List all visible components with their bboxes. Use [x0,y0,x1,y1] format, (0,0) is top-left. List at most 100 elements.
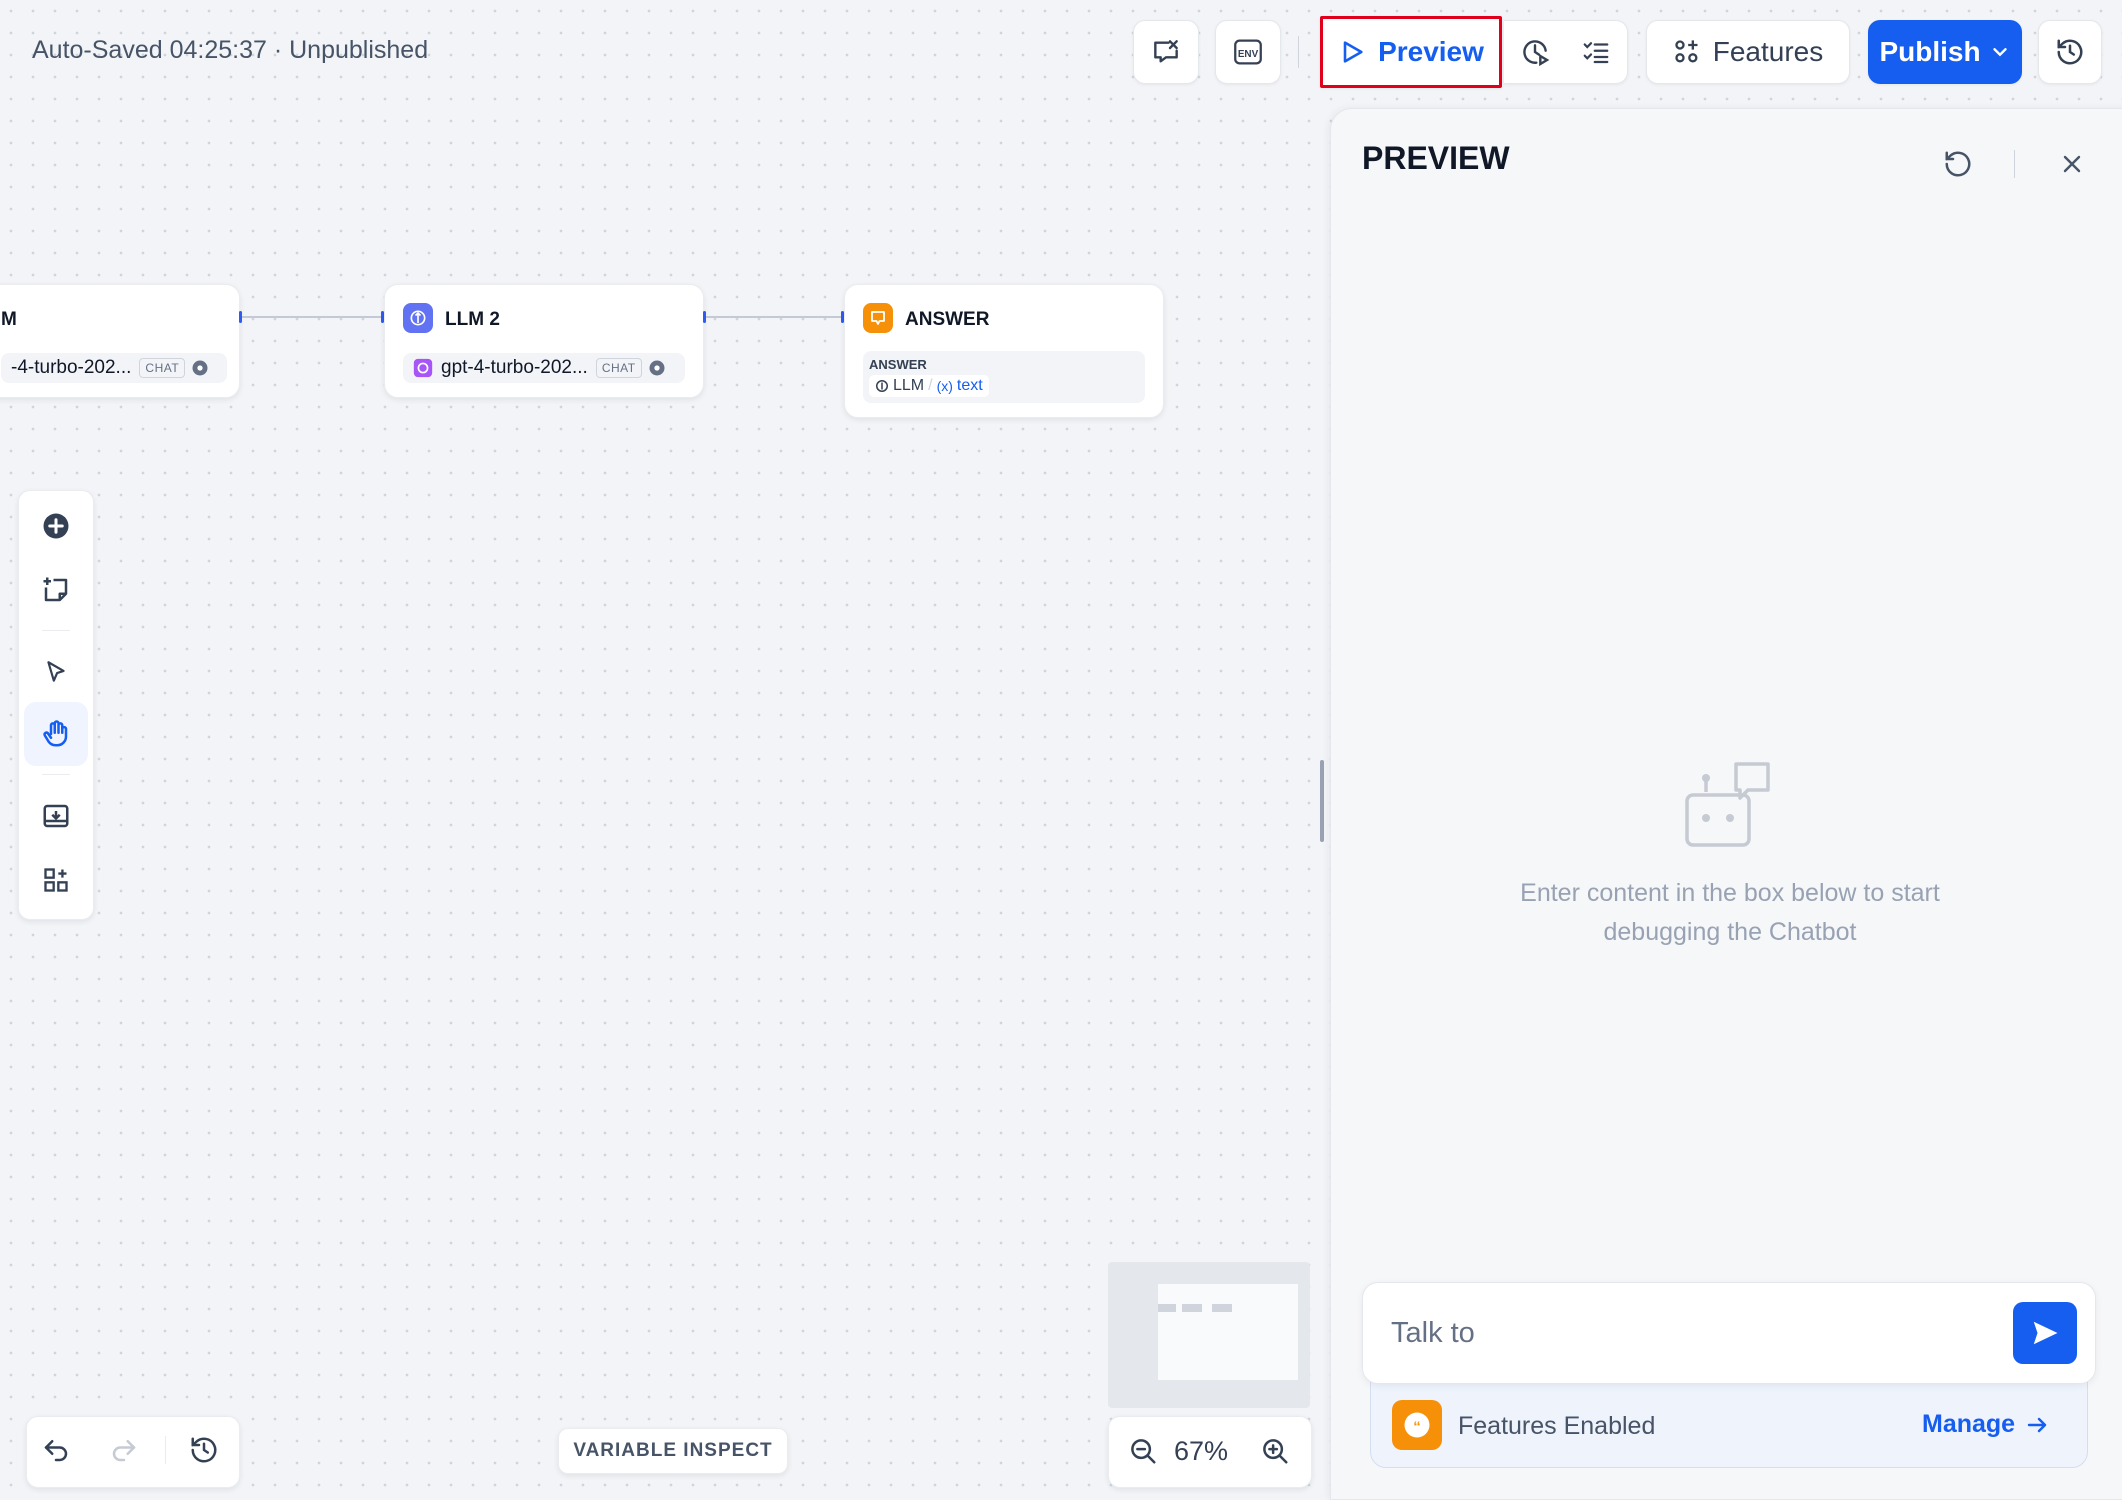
ref-variable: text [956,377,983,394]
llm-node-2[interactable]: LLM 2 gpt-4-turbo-202... CHAT [384,284,704,398]
llm-small-icon [875,379,889,393]
panel-resize-handle[interactable] [1320,760,1324,842]
add-node-button[interactable] [24,494,88,558]
toolbar-divider [42,774,70,775]
features-enabled-label: Features Enabled [1458,1412,1656,1440]
answer-node[interactable]: ANSWER ANSWER LLM / (x) text [844,284,1164,418]
close-icon [2063,155,2081,173]
zoom-in-button[interactable] [1254,1428,1296,1474]
history-icon [191,1437,217,1463]
grid-add-icon [44,868,68,892]
publish-button-label: Publish [1879,36,1981,67]
chat-input[interactable] [1389,1309,1953,1357]
llm-node-1[interactable]: M -4-turbo-202... CHAT [0,284,240,398]
hand-icon [43,720,68,747]
plus-circle-icon [43,513,69,539]
zoom-in-icon [1263,1439,1288,1464]
model-name: gpt-4-turbo-202... [441,357,588,378]
model-selector[interactable]: gpt-4-turbo-202... CHAT [403,353,685,383]
checklist-chat-button[interactable] [1133,20,1199,84]
ref-node: LLM [893,377,925,394]
play-icon [1343,41,1363,63]
variable-reference[interactable]: LLM / (x) text [869,375,989,397]
history-divider [165,1436,166,1464]
publish-button[interactable]: Publish [1868,20,2022,84]
header-divider [1298,36,1299,68]
mode-tag: CHAT [595,358,642,378]
empty-state-text: Enter content in the box below to start … [1430,874,2030,952]
restart-button[interactable] [1936,142,1980,186]
svg-text:ENV: ENV [1238,49,1259,60]
env-button[interactable]: ENV [1215,20,1281,84]
model-name: -4-turbo-202... [11,357,132,378]
llm-icon [403,303,433,333]
add-note-button[interactable] [24,558,88,622]
redo-button[interactable] [104,1428,144,1472]
undo-button[interactable] [36,1428,76,1472]
openai-icon [413,358,433,378]
note-add-icon [43,577,68,602]
answer-icon [863,303,893,333]
variable-icon: (x) [936,378,953,394]
hand-mode-button[interactable] [24,702,88,766]
svg-text:“: “ [1413,1418,1421,1435]
edge-llm2-answer [706,316,842,318]
minimap-node [1212,1304,1232,1312]
change-history-button[interactable] [182,1428,226,1472]
model-selector[interactable]: -4-turbo-202... CHAT [1,353,227,383]
chat-input-box[interactable] [1362,1282,2096,1384]
cursor-icon [47,661,65,682]
close-button[interactable] [2050,142,2094,186]
minimap[interactable] [1108,1262,1310,1408]
chevron-down-icon [1992,48,2007,57]
send-icon [2033,1321,2058,1345]
node-title: M [1,309,17,330]
refresh-icon [1945,151,1971,177]
pointer-mode-button[interactable] [24,640,88,704]
toolbar-divider [42,630,70,631]
run-history-group [1504,20,1628,84]
panel-header-divider [2014,150,2015,178]
manage-features-link[interactable]: Manage [1922,1410,2049,1439]
features-enabled-icon: “ [1392,1400,1442,1450]
run-history-button[interactable] [1504,20,1566,84]
ref-separator: / [928,377,933,394]
edge-llm1-llm2 [242,316,382,318]
organize-blocks-button[interactable] [24,848,88,912]
apps-add-icon [1675,40,1698,63]
export-image-button[interactable] [24,784,88,848]
env-icon: ENV [1234,39,1262,65]
zoom-level[interactable]: 67% [1174,1436,1228,1467]
variable-inspect-label: VARIABLE INSPECT [573,1440,773,1461]
zoom-out-icon [1131,1439,1156,1464]
version-history-button[interactable] [2038,20,2102,84]
clock-play-icon [1522,40,1550,67]
minimap-node [1182,1304,1202,1312]
answer-field-label: ANSWER [869,357,927,372]
chat-variable-icon [1154,40,1178,63]
preview-button-label: Preview [1378,36,1484,67]
eye-icon [192,360,208,376]
answer-field: ANSWER LLM / (x) text [863,351,1145,403]
mode-tag: CHAT [139,358,186,378]
preview-title: PREVIEW [1362,140,1510,176]
empty-state-line-2: debugging the Chatbot [1603,918,1857,946]
node-title: LLM 2 [445,309,500,330]
zoom-out-button[interactable] [1122,1428,1164,1474]
send-button[interactable] [2013,1302,2077,1364]
variable-inspect-button[interactable]: VARIABLE INSPECT [558,1428,788,1474]
undo-icon [44,1440,68,1462]
features-button[interactable]: Features [1646,20,1850,84]
eye-icon [649,360,665,376]
chatbot-empty-icon [1685,762,1770,847]
checklist-button[interactable] [1566,20,1628,84]
history-icon [2057,39,2083,65]
redo-icon [112,1440,136,1462]
empty-state-line-1: Enter content in the box below to start [1520,879,1940,907]
manage-label: Manage [1922,1410,2016,1438]
image-export-icon [43,804,69,828]
node-title: ANSWER [905,309,990,330]
preview-button[interactable]: Preview [1320,16,1502,88]
features-button-label: Features [1712,36,1824,67]
minimap-viewport [1158,1284,1298,1380]
